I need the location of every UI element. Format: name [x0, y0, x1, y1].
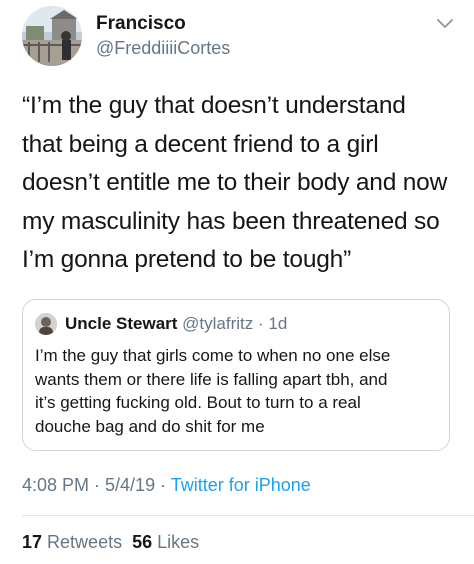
quoted-author-handle-time: @tylafritz · 1d	[182, 314, 288, 333]
quoted-tweet-text: I’m the guy that girls come to when no o…	[35, 346, 391, 436]
retweets-count: 17	[22, 532, 43, 552]
author-avatar[interactable]	[22, 6, 82, 66]
quoted-author-display-name: Uncle Stewart	[65, 314, 178, 333]
quoted-tweet-header: Uncle Stewart @tylafritz · 1d	[65, 314, 287, 334]
tweet: Francisco @FreddiiiiCortes “I’m the guy …	[0, 0, 474, 564]
tweet-meta: 4:08 PM · 5/4/19 · Twitter for iPhone	[22, 475, 311, 496]
author-display-name[interactable]: Francisco	[96, 13, 186, 35]
tweet-stats: 17 Retweets 56 Likes	[22, 532, 199, 553]
author-handle[interactable]: @FreddiiiiCortes	[96, 38, 230, 59]
chevron-down-icon[interactable]	[436, 18, 454, 30]
divider	[22, 515, 474, 516]
likes-count: 56	[132, 532, 153, 552]
retweets-stat[interactable]: 17 Retweets	[22, 532, 122, 552]
retweets-label: Retweets	[47, 532, 123, 552]
tweet-text: “I’m the guy that doesn’t understand tha…	[22, 92, 448, 273]
likes-stat[interactable]: 56 Likes	[132, 532, 199, 552]
tweet-datetime[interactable]: 4:08 PM · 5/4/19 ·	[22, 475, 171, 495]
quoted-tweet[interactable]: Uncle Stewart @tylafritz · 1d I’m the gu…	[22, 299, 450, 451]
likes-label: Likes	[157, 532, 200, 552]
quoted-author-avatar	[35, 313, 57, 335]
tweet-source-link[interactable]: Twitter for iPhone	[171, 475, 311, 495]
